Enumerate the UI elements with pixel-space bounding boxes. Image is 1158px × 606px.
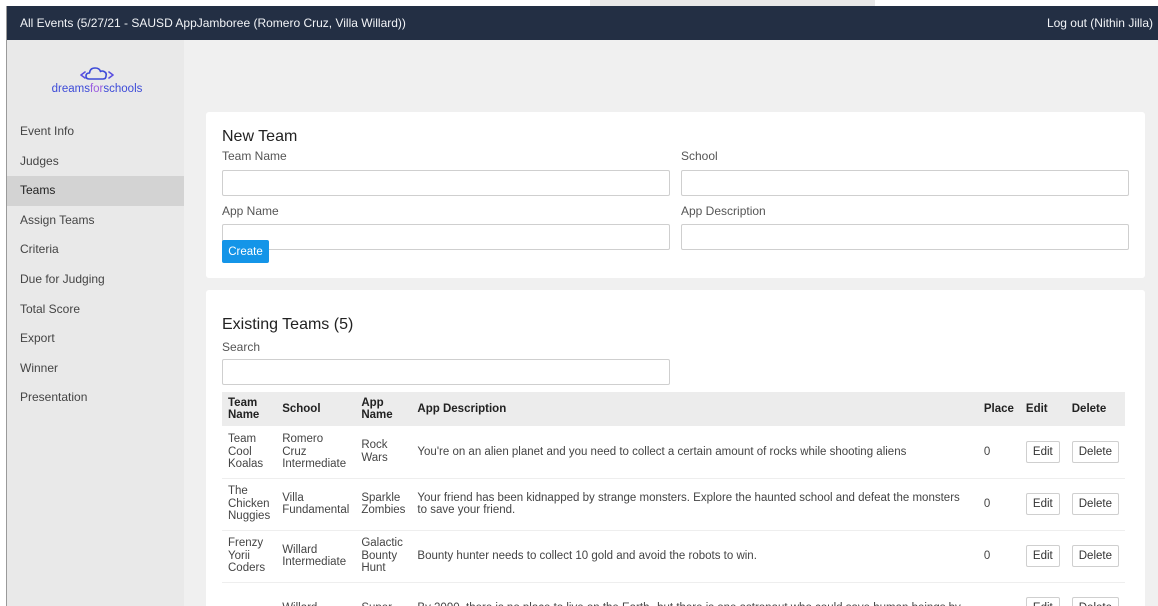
column-header-team-name: Team Name bbox=[222, 392, 277, 426]
cell-place: 0 bbox=[977, 530, 1020, 583]
logo-text-for: for bbox=[89, 83, 104, 95]
table-row: Frenzy Yorii Coders Willard Intermediate… bbox=[222, 530, 1125, 583]
logo-text-schools: schools bbox=[103, 83, 143, 95]
sidebar-item-teams[interactable]: Teams bbox=[7, 176, 184, 206]
cell-delete: Delete bbox=[1065, 582, 1125, 606]
sidebar-item-presentation[interactable]: Presentation bbox=[7, 383, 184, 413]
cell-team-name: Frenzy Yorii Coders bbox=[222, 530, 277, 583]
sidebar: dreamsforschools Event Info Judges Teams… bbox=[7, 40, 184, 606]
app-description-input[interactable] bbox=[681, 224, 1129, 250]
cell-delete: Delete bbox=[1065, 530, 1125, 583]
team-name-input[interactable] bbox=[222, 170, 670, 196]
cell-app-description: Your friend has been kidnapped by strang… bbox=[411, 478, 978, 531]
sidebar-item-label: Judges bbox=[20, 153, 59, 168]
main-content: New Team Team Name School App Name App D… bbox=[184, 40, 1158, 606]
table-row: The Chicken Nuggies Villa Fundamental Sp… bbox=[222, 478, 1125, 531]
cloud-code-icon bbox=[80, 67, 114, 80]
cell-app-description: Bounty hunter needs to collect 10 gold a… bbox=[411, 530, 978, 583]
cell-app-name: Rock Wars bbox=[355, 426, 412, 479]
sidebar-item-winner[interactable]: Winner bbox=[7, 354, 184, 384]
cell-app-description: By 2090, there is no place to live on th… bbox=[411, 582, 978, 606]
table-row: Willard Super By 2090, there is no place… bbox=[222, 582, 1125, 606]
sidebar-item-total-score[interactable]: Total Score bbox=[7, 295, 184, 325]
school-input[interactable] bbox=[681, 170, 1129, 196]
teams-table: Team Name School App Name App Descriptio… bbox=[222, 392, 1125, 606]
school-label: School bbox=[681, 149, 718, 163]
search-input[interactable] bbox=[222, 359, 670, 385]
cell-school: Romero Cruz Intermediate bbox=[276, 426, 356, 479]
sidebar-item-label: Assign Teams bbox=[20, 212, 95, 227]
team-name-label: Team Name bbox=[222, 149, 287, 163]
cell-place: 0 bbox=[977, 478, 1020, 531]
sidebar-item-label: Due for Judging bbox=[20, 271, 105, 286]
sidebar-item-label: Presentation bbox=[20, 390, 88, 405]
delete-button[interactable]: Delete bbox=[1071, 545, 1119, 567]
sidebar-item-assign-teams[interactable]: Assign Teams bbox=[7, 206, 184, 236]
delete-button[interactable]: Delete bbox=[1071, 493, 1119, 515]
event-title-link[interactable]: All Events (5/27/21 - SAUSD AppJamboree … bbox=[20, 16, 406, 30]
sidebar-item-export[interactable]: Export bbox=[7, 324, 184, 354]
edit-button[interactable]: Edit bbox=[1025, 493, 1060, 515]
sidebar-nav: Event Info Judges Teams Assign Teams Cri… bbox=[7, 117, 184, 413]
cell-edit: Edit bbox=[1019, 530, 1066, 583]
logo-text-dreams: dreams bbox=[51, 83, 90, 95]
logout-link[interactable]: Log out (Nithin Jilla) bbox=[1047, 16, 1153, 30]
sidebar-item-due-for-judging[interactable]: Due for Judging bbox=[7, 265, 184, 295]
table-header-row: Team Name School App Name App Descriptio… bbox=[222, 392, 1125, 426]
cell-place: 0 bbox=[977, 426, 1020, 479]
app-description-label: App Description bbox=[681, 204, 766, 218]
column-header-edit: Edit bbox=[1019, 392, 1066, 426]
column-header-school: School bbox=[276, 392, 356, 426]
app-name-label: App Name bbox=[222, 204, 279, 218]
edit-button[interactable]: Edit bbox=[1025, 545, 1060, 567]
cell-app-description: You're on an alien planet and you need t… bbox=[411, 426, 978, 479]
table-row: Team Cool Koalas Romero Cruz Intermediat… bbox=[222, 426, 1125, 479]
delete-button[interactable]: Delete bbox=[1071, 597, 1119, 606]
create-button[interactable]: Create bbox=[222, 240, 269, 263]
existing-teams-heading: Existing Teams (5) bbox=[222, 316, 354, 333]
cell-team-name: The Chicken Nuggies bbox=[222, 478, 277, 531]
sidebar-item-label: Event Info bbox=[20, 124, 75, 138]
search-label: Search bbox=[222, 340, 261, 354]
cell-delete: Delete bbox=[1065, 426, 1125, 479]
column-header-app-description: App Description bbox=[411, 392, 978, 426]
cell-school: Willard bbox=[276, 582, 356, 606]
top-navbar: All Events (5/27/21 - SAUSD AppJamboree … bbox=[7, 6, 1158, 40]
column-header-app-name: App Name bbox=[355, 392, 412, 426]
cell-school: Willard Intermediate bbox=[276, 530, 356, 583]
app-window: All Events (5/27/21 - SAUSD AppJamboree … bbox=[6, 6, 1158, 606]
sidebar-item-event-info[interactable]: Event Info bbox=[7, 117, 184, 147]
sidebar-item-label: Teams bbox=[20, 183, 56, 198]
cell-edit: Edit bbox=[1019, 478, 1066, 531]
edit-button[interactable]: Edit bbox=[1025, 440, 1060, 463]
sidebar-item-label: Criteria bbox=[20, 242, 59, 257]
column-header-delete: Delete bbox=[1065, 392, 1125, 426]
column-header-place: Place bbox=[977, 392, 1020, 426]
cell-team-name bbox=[222, 582, 277, 606]
cell-delete: Delete bbox=[1065, 478, 1125, 531]
cell-place bbox=[977, 582, 1020, 606]
edit-button[interactable]: Edit bbox=[1025, 597, 1060, 606]
new-team-card: New Team Team Name School App Name App D… bbox=[206, 112, 1145, 278]
sidebar-item-label: Total Score bbox=[20, 301, 81, 316]
sidebar-item-criteria[interactable]: Criteria bbox=[7, 235, 184, 265]
cell-edit: Edit bbox=[1019, 582, 1066, 606]
logo-wordmark: dreamsforschools bbox=[37, 83, 157, 95]
existing-teams-card: Existing Teams (5) Search Team Name Scho… bbox=[206, 290, 1145, 606]
sidebar-item-judges[interactable]: Judges bbox=[7, 147, 184, 177]
sidebar-item-label: Winner bbox=[20, 360, 59, 375]
dreamsforschools-logo[interactable]: dreamsforschools bbox=[37, 62, 157, 102]
sidebar-item-label: Export bbox=[20, 331, 55, 346]
new-team-heading: New Team bbox=[222, 128, 298, 145]
delete-button[interactable]: Delete bbox=[1071, 440, 1119, 463]
cell-app-name: Sparkle Zombies bbox=[355, 478, 412, 531]
cell-app-name: Galactic Bounty Hunt bbox=[355, 530, 412, 583]
cell-team-name: Team Cool Koalas bbox=[222, 426, 277, 479]
cell-app-name: Super bbox=[355, 582, 412, 606]
cell-edit: Edit bbox=[1019, 426, 1066, 479]
app-name-input[interactable] bbox=[222, 224, 670, 250]
cell-school: Villa Fundamental bbox=[276, 478, 356, 531]
